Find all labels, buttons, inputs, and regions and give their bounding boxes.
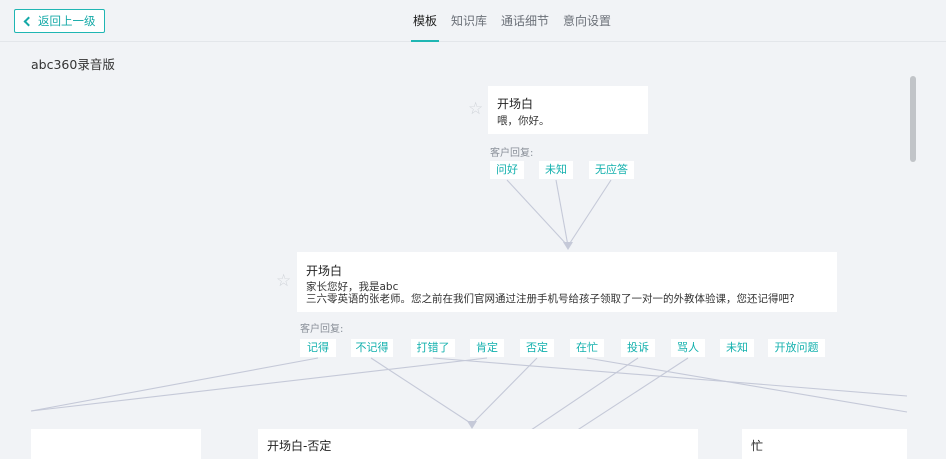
reply-chip[interactable]: 记得 <box>300 339 336 357</box>
reply-label: 客户回复: <box>490 148 534 159</box>
script-node[interactable] <box>31 429 201 459</box>
node-title: 开场白-否定 <box>267 439 332 453</box>
link-line <box>555 179 569 247</box>
link-line <box>30 357 488 412</box>
link-line <box>506 179 569 247</box>
flow-canvas[interactable]: ☆ 开场白 喂，你好。 客户回复: 问好 未知 无应答 ☆ 开场白 家长您好，我… <box>0 0 946 459</box>
reply-chip[interactable]: 开放问题 <box>768 339 825 357</box>
node-text: 喂，你好。 <box>497 115 550 127</box>
node-title: 忙 <box>751 439 764 453</box>
reply-chip[interactable]: 否定 <box>520 339 554 357</box>
node-title: 开场白 <box>306 264 343 278</box>
reply-chip[interactable]: 无应答 <box>589 161 634 179</box>
link-line <box>370 357 473 425</box>
script-node[interactable]: 开场白-否定 <box>258 429 698 459</box>
scrollbar-thumb[interactable] <box>910 76 916 162</box>
reply-label: 客户回复: <box>300 324 344 335</box>
script-node[interactable]: 开场白 喂，你好。 <box>488 86 648 134</box>
link-line <box>30 357 319 412</box>
star-icon[interactable]: ☆ <box>468 101 483 118</box>
reply-chip[interactable]: 问好 <box>490 161 524 179</box>
reply-chip[interactable]: 投诉 <box>621 339 655 357</box>
arrowhead <box>563 242 573 250</box>
link-line <box>471 357 538 425</box>
reply-chip[interactable]: 肯定 <box>470 339 504 357</box>
reply-chip[interactable]: 骂人 <box>671 339 705 357</box>
link-line <box>567 179 612 247</box>
star-icon[interactable]: ☆ <box>276 273 291 290</box>
reply-chip[interactable]: 未知 <box>539 161 573 179</box>
reply-chip[interactable]: 未知 <box>720 339 754 357</box>
link-line <box>432 357 908 397</box>
reply-chip[interactable]: 在忙 <box>570 339 604 357</box>
reply-chip[interactable]: 不记得 <box>351 339 393 357</box>
script-node[interactable]: 开场白 家长您好，我是abc 三六零英语的张老师。您之前在我们官网通过注册手机号… <box>297 252 837 312</box>
arrowhead <box>467 421 477 429</box>
link-line <box>586 357 908 413</box>
flow-connection-lines <box>30 179 908 459</box>
node-title: 开场白 <box>497 97 534 111</box>
reply-chip[interactable]: 打错了 <box>411 339 455 357</box>
node-text-line-2: 三六零英语的张老师。您之前在我们官网通过注册手机号给孩子领取了一对一的外教体验课… <box>306 293 795 305</box>
script-node[interactable]: 忙 <box>742 429 907 459</box>
